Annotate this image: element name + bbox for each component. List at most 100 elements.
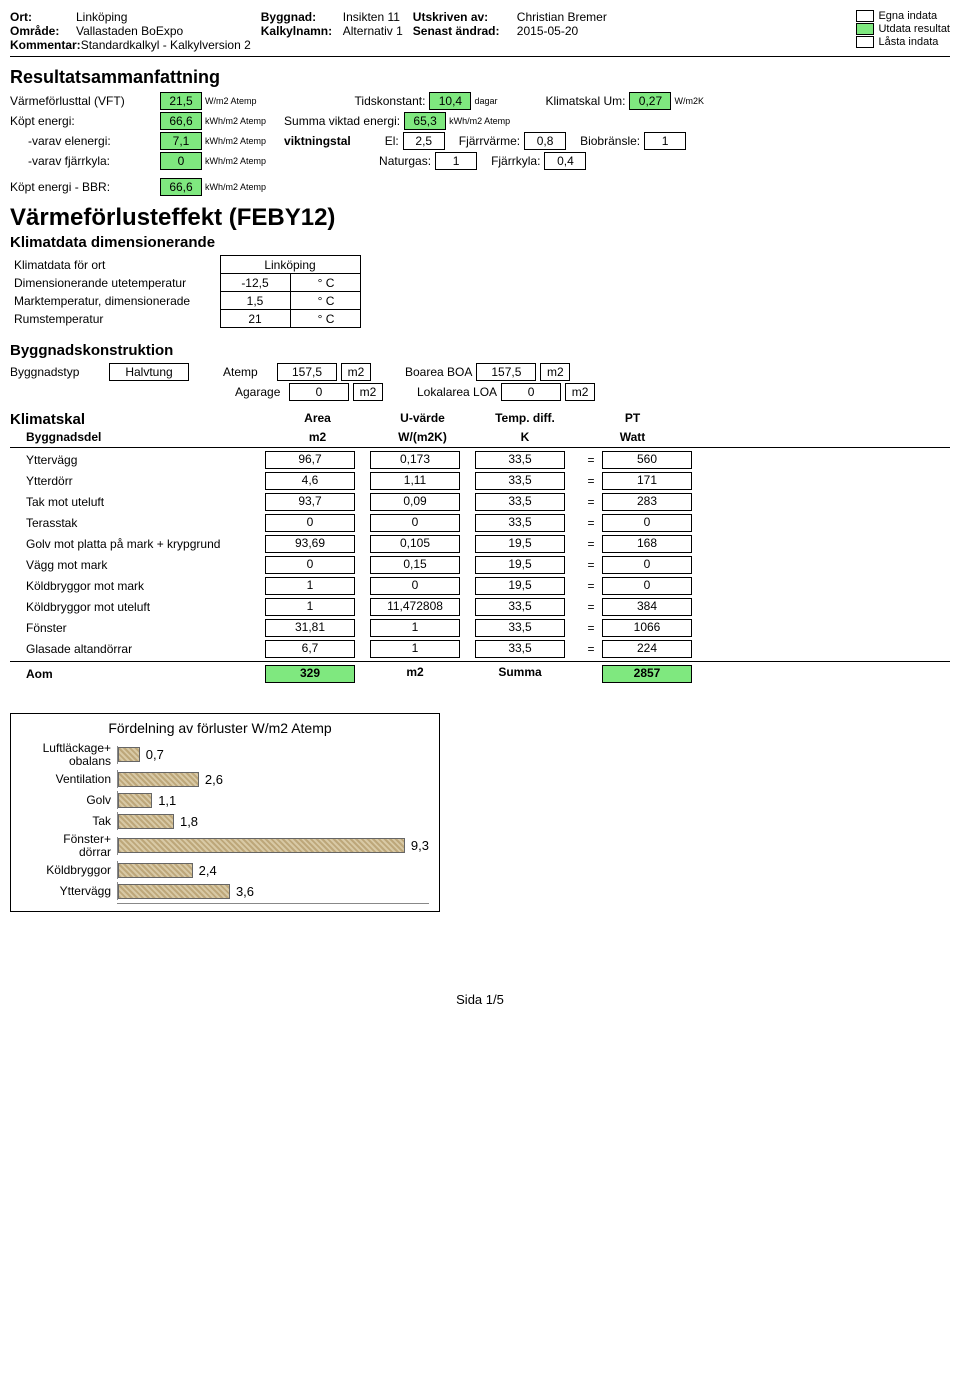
atemp-label: Atemp <box>193 365 273 379</box>
kommentar-label: Kommentar: <box>10 38 81 52</box>
byggnad-label: Byggnad: <box>261 10 343 24</box>
chart-bar <box>118 884 230 899</box>
bbr-row: Köpt energi - BBR: 66,6 kWh/m2 Atemp <box>10 178 950 196</box>
chart-bar <box>118 863 193 878</box>
fjk-label: -varav fjärrkyla: <box>28 154 156 168</box>
ks-row-tempdiff: 19,5 <box>475 556 565 574</box>
ks-row-area: 31,81 <box>265 619 355 637</box>
chart-bar-value: 2,6 <box>205 772 223 787</box>
bio-value: 1 <box>644 132 686 150</box>
klimdata-mark-value: 1,5 <box>220 292 290 310</box>
bio-label: Biobränsle: <box>580 134 640 148</box>
klimdata-ute-value: -12,5 <box>220 274 290 292</box>
vft-value: 21,5 <box>160 92 202 110</box>
senast-value: 2015-05-20 <box>517 24 578 38</box>
fjarr-label: Fjärrvärme: <box>459 134 520 148</box>
feby-title: Värmeförlusteffekt (FEBY12) <box>10 204 950 232</box>
ks-sh-m2: m2 <box>265 430 370 444</box>
senast-label: Senast ändrad: <box>413 24 517 38</box>
klimatskal-row: Köldbryggor mot uteluft111,47280833,5=38… <box>10 598 950 616</box>
klimatskal-sum-row: Aom 329 m2 Summa 2857 <box>10 661 950 683</box>
ks-row-uvarde: 0,09 <box>370 493 460 511</box>
loa-label: Lokalarea LOA <box>387 385 497 399</box>
kalkylnamn-label: Kalkylnamn: <box>261 24 343 38</box>
klimdata-row-mark: Marktemperatur, dimensionerade 1,5 ° C <box>10 292 360 310</box>
ks-row-tempdiff: 33,5 <box>475 514 565 532</box>
header-col-location: Ort:Linköping Område:Vallastaden BoExpo … <box>10 10 251 52</box>
chart-bar-value: 0,7 <box>146 747 164 762</box>
summa-unit: kWh/m2 Atemp <box>449 116 510 126</box>
ks-row-uvarde: 0 <box>370 577 460 595</box>
chart-bar-row: Yttervägg3,6 <box>11 882 429 900</box>
chart-title: Fördelning av förluster W/m2 Atemp <box>11 720 429 736</box>
equals-sign: = <box>580 474 602 488</box>
ks-row-uvarde: 1 <box>370 619 460 637</box>
utskriven-label: Utskriven av: <box>413 10 517 24</box>
klimdata-rum-value: 21 <box>220 310 290 328</box>
ks-sum-name: Aom <box>10 667 265 681</box>
header-col-print: Utskriven av:Christian Bremer Senast änd… <box>413 10 607 52</box>
el-value: 2,5 <box>403 132 445 150</box>
fjk-row: -varav fjärrkyla: 0 kWh/m2 Atemp Naturga… <box>10 152 950 170</box>
atemp-value: 157,5 <box>277 363 337 381</box>
chart-bar-label: Luftläckage+ obalans <box>11 742 117 767</box>
ks-row-name: Vägg mot mark <box>10 558 265 572</box>
chart-axis <box>117 903 429 905</box>
chart-bar <box>118 814 174 829</box>
bbr-label: Köpt energi - BBR: <box>10 180 156 194</box>
chart-bar-label: Yttervägg <box>11 885 117 898</box>
equals-sign: = <box>580 558 602 572</box>
ks-row-uvarde: 0,173 <box>370 451 460 469</box>
chart-rows: Luftläckage+ obalans 0,7 Ventilation 2,6 Gol… <box>11 742 429 900</box>
chart-bar-row: Tak1,8 <box>11 812 429 830</box>
nat-value: 1 <box>435 152 477 170</box>
ks-sh-k: K <box>475 430 575 444</box>
chart-bar-area: 2,4 <box>117 861 429 879</box>
byggnadstyp-value: Halvtung <box>109 363 189 381</box>
ks-row-pt: 1066 <box>602 619 692 637</box>
ks-sh-watt: Watt <box>575 430 690 444</box>
ks-row-tempdiff: 19,5 <box>475 535 565 553</box>
report-header: Ort:Linköping Område:Vallastaden BoExpo … <box>10 10 950 57</box>
ort-label: Ort: <box>10 10 76 24</box>
ks-sh-bd: Byggnadsdel <box>10 430 265 444</box>
chart-bar-label: Fönster+ dörrar <box>11 833 117 858</box>
chart-bar-label: Golv <box>11 794 117 807</box>
byggnadstyp-label: Byggnadstyp <box>10 365 105 379</box>
equals-sign: = <box>580 537 602 551</box>
ks-row-tempdiff: 33,5 <box>475 472 565 490</box>
summa-label: Summa viktad energi: <box>284 114 400 128</box>
chart-bar-value: 2,4 <box>199 863 217 878</box>
chart-bar-area: 9,3 <box>117 837 429 855</box>
ks-row-area: 6,7 <box>265 640 355 658</box>
ks-row-uvarde: 0,105 <box>370 535 460 553</box>
ks-row-area: 0 <box>265 514 355 532</box>
klim-label: Klimatskal Um: <box>545 94 625 108</box>
ks-row-name: Köldbryggor mot mark <box>10 579 265 593</box>
agarage-value: 0 <box>289 383 349 401</box>
equals-sign: = <box>580 453 602 467</box>
equals-sign: = <box>580 621 602 635</box>
fjarr-value: 0,8 <box>524 132 566 150</box>
klimatskal-subheader: Byggnadsdel m2 W/(m2K) K Watt <box>10 430 950 448</box>
elen-unit: kWh/m2 Atemp <box>205 136 266 146</box>
tids-value: 10,4 <box>429 92 471 110</box>
ks-row-name: Tak mot uteluft <box>10 495 265 509</box>
chart-bar-label: Ventilation <box>11 773 117 786</box>
equals-sign: = <box>580 600 602 614</box>
klimatskal-row: Köldbryggor mot mark1019,5=0 <box>10 577 950 595</box>
nat-label: Naturgas: <box>379 154 431 168</box>
ks-row-name: Terasstak <box>10 516 265 530</box>
vft-label: Värmeförlusttal (VFT) <box>10 94 156 108</box>
ks-row-uvarde: 11,472808 <box>370 598 460 616</box>
tids-label: Tidskonstant: <box>355 94 426 108</box>
ks-row-uvarde: 0,15 <box>370 556 460 574</box>
klimdata-ort-label: Klimatdata för ort <box>10 256 220 274</box>
boa-value: 157,5 <box>476 363 536 381</box>
ks-row-name: Golv mot platta på mark + krypgrund <box>10 537 265 551</box>
tids-unit: dagar <box>474 96 497 106</box>
ks-row-area: 1 <box>265 577 355 595</box>
page-footer: Sida 1/5 <box>10 992 950 1007</box>
klimatskal-rows: Yttervägg96,70,17333,5=560Ytterdörr4,61,… <box>10 451 950 658</box>
ks-row-pt: 560 <box>602 451 692 469</box>
